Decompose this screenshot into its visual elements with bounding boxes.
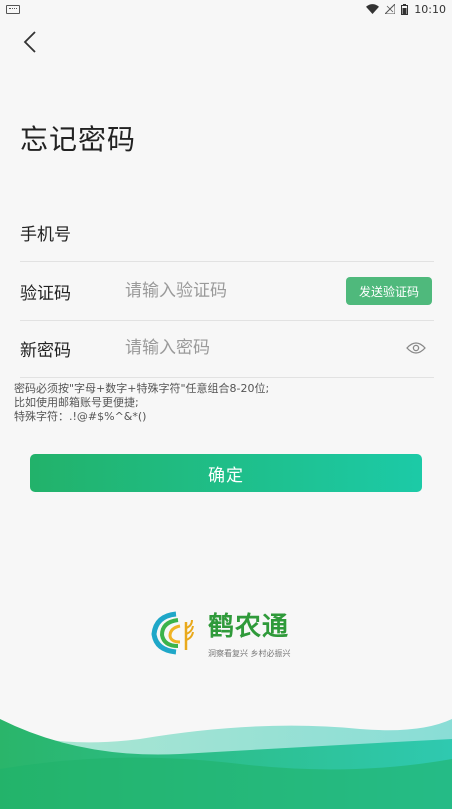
logo-slogan: 洞察看复兴 乡村必振兴 — [208, 649, 291, 658]
logo-name: 鹤农通 — [208, 612, 290, 642]
phone-row[interactable]: 手机号 — [20, 203, 434, 262]
hint-line-1: 密码必须按"字母+数字+特殊字符"任意组合8-20位; — [14, 382, 270, 395]
password-input[interactable] — [123, 337, 404, 359]
status-bar: 10:10 — [0, 0, 452, 18]
battery-icon — [401, 3, 409, 15]
hint-line-3: 特殊字符：.!@#$%^&*() — [14, 410, 147, 423]
code-label: 验证码 — [20, 283, 71, 304]
bottom-wave-decoration — [0, 719, 452, 809]
no-signal-icon — [385, 4, 396, 14]
wifi-icon — [366, 4, 380, 14]
app-logo: 鹤农通 洞察看复兴 乡村必振兴 — [150, 606, 310, 662]
page-title: 忘记密码 — [20, 123, 137, 156]
keyboard-icon — [6, 4, 20, 14]
status-time: 10:10 — [414, 2, 446, 16]
back-arrow-icon — [23, 31, 36, 53]
code-input[interactable] — [123, 280, 346, 302]
confirm-button[interactable]: 确定 — [30, 454, 422, 492]
phone-label: 手机号 — [20, 224, 71, 245]
back-button[interactable] — [14, 26, 46, 58]
password-label: 新密码 — [20, 340, 71, 361]
toggle-password-visibility-button[interactable] — [404, 336, 428, 360]
phone-input[interactable] — [123, 221, 434, 243]
status-right: 10:10 — [366, 3, 452, 16]
status-left — [0, 4, 20, 14]
send-code-button[interactable]: 发送验证码 — [346, 277, 432, 305]
hint-line-2: 比如使用邮箱账号更便捷; — [14, 396, 139, 409]
eye-icon — [406, 342, 426, 354]
password-hint: 密码必须按"字母+数字+特殊字符"任意组合8-20位; 比如使用邮箱账号更便捷;… — [14, 382, 269, 424]
password-row: 新密码 — [20, 319, 434, 378]
code-row: 验证码 发送验证码 — [20, 262, 434, 321]
logo-emblem-icon — [151, 611, 194, 655]
